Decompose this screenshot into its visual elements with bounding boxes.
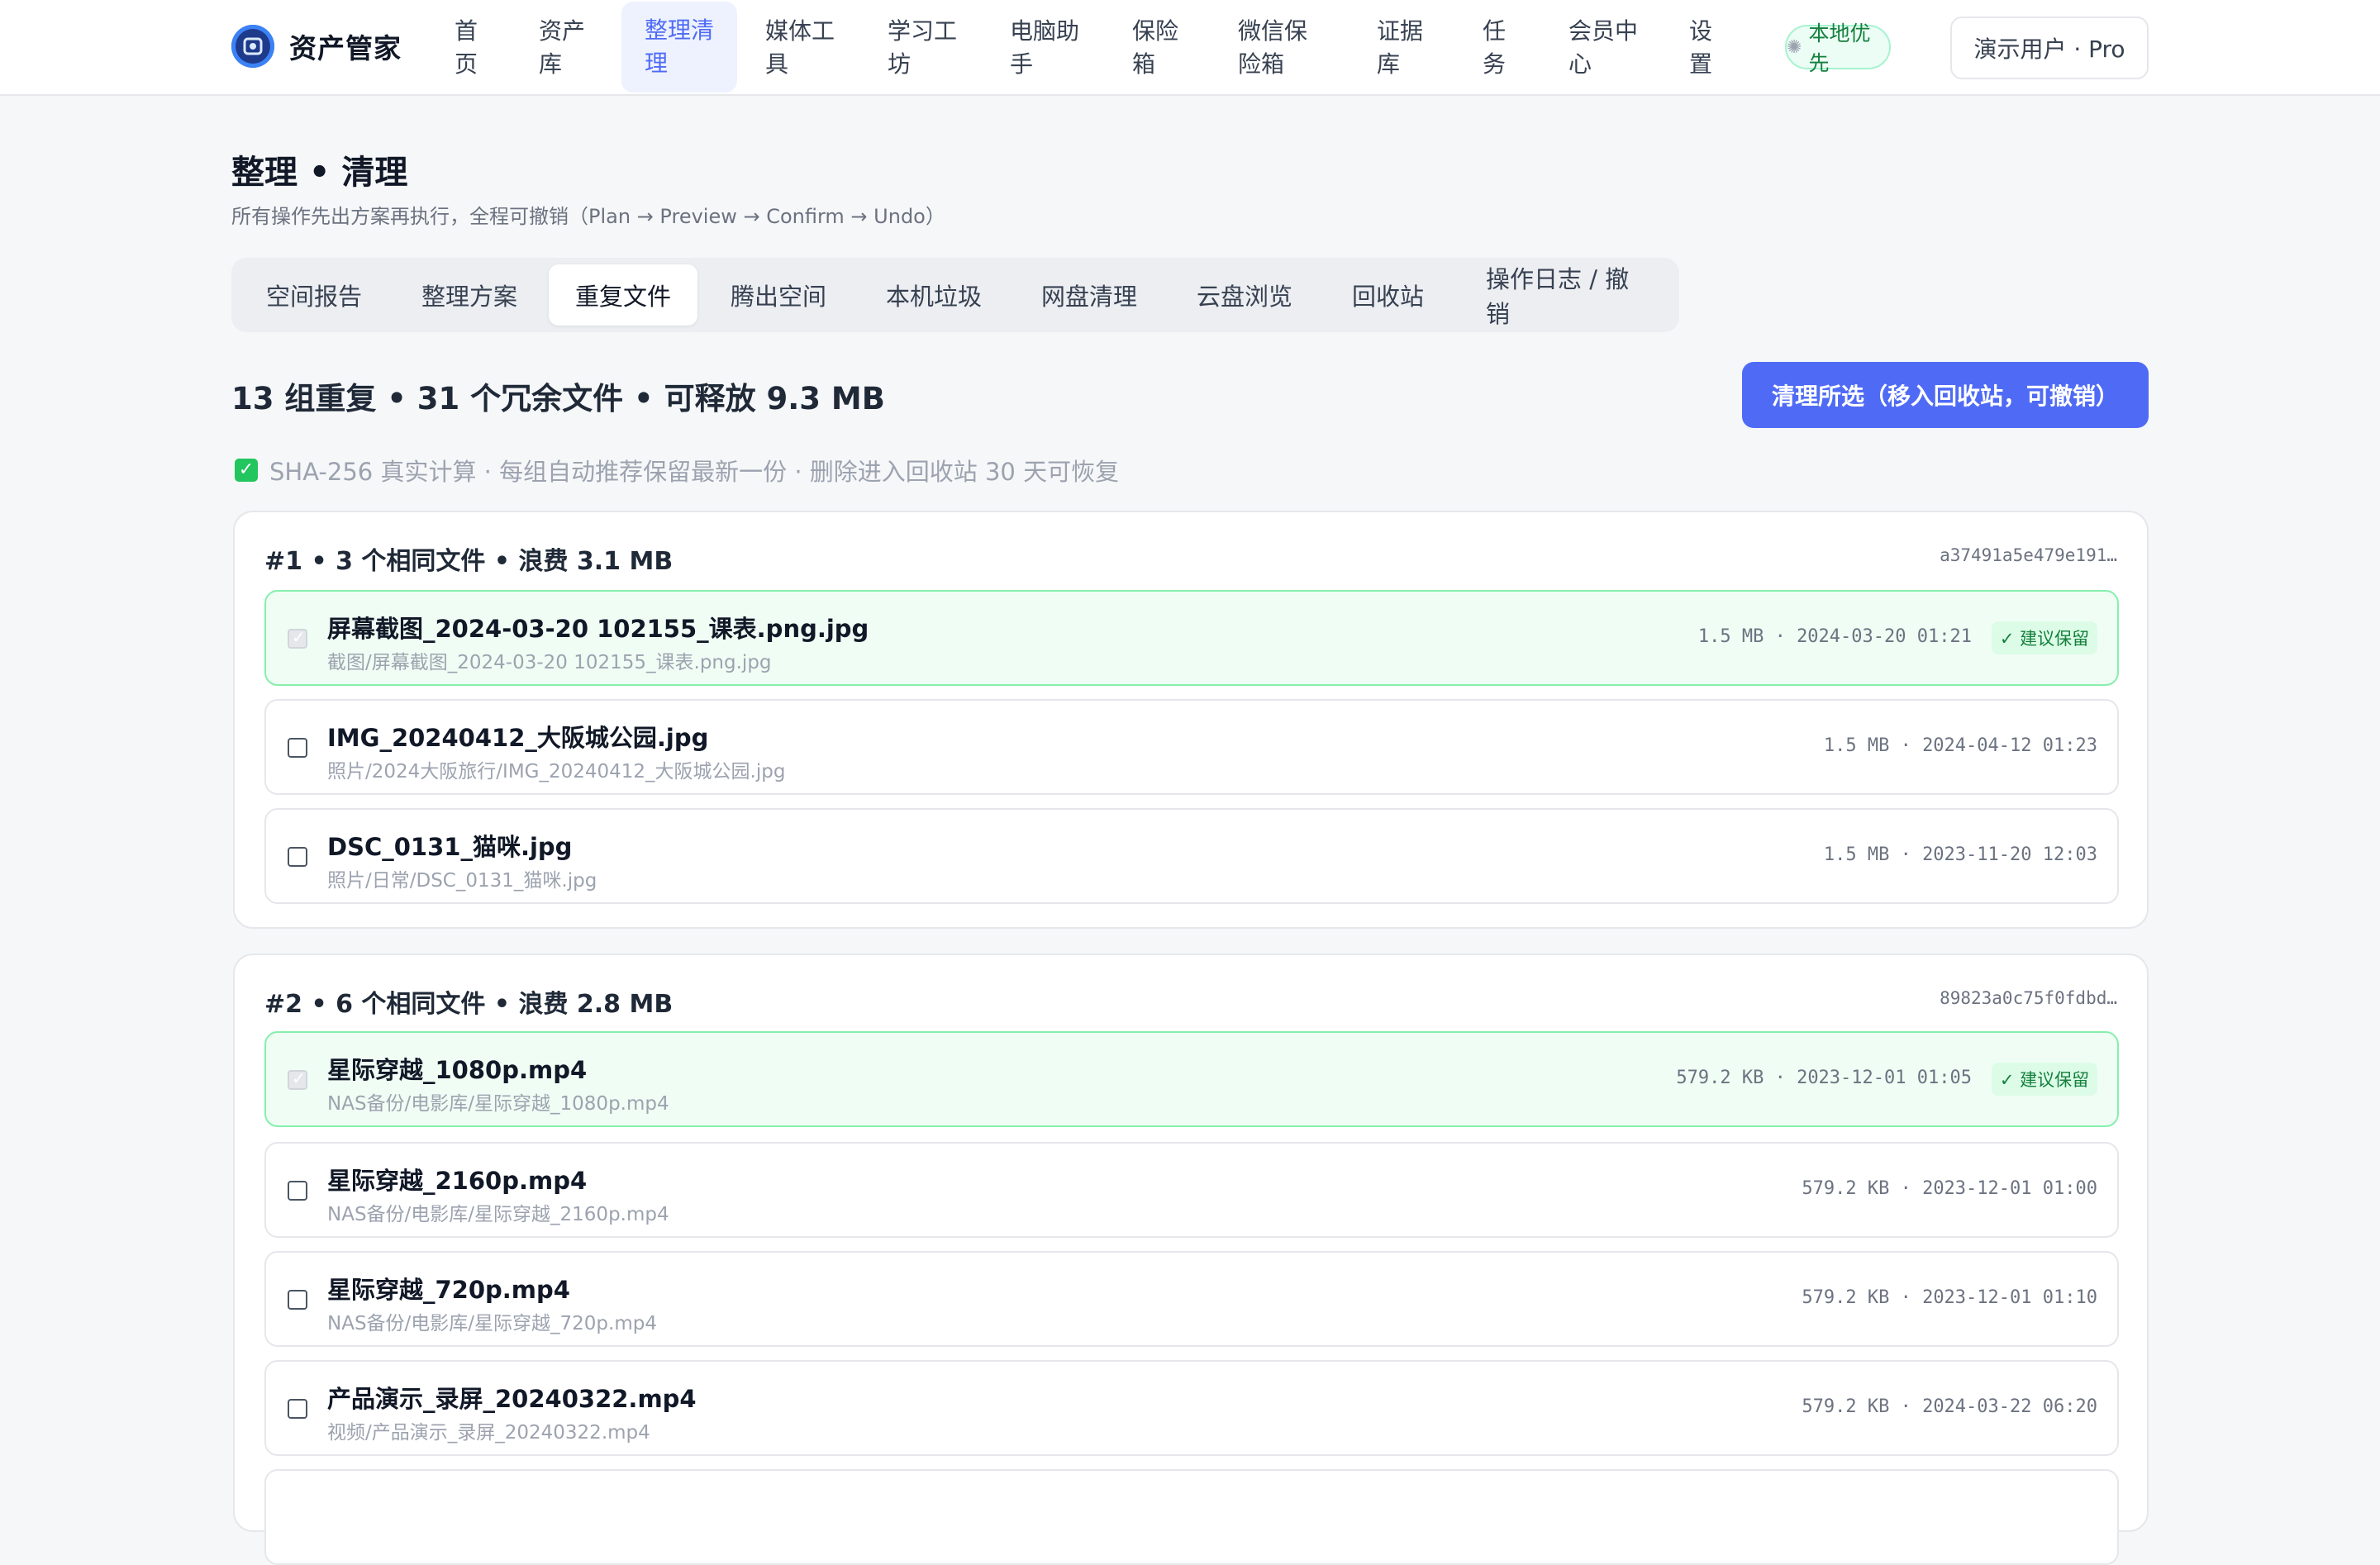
file-path: 照片/日常/DSC_0131_猫咪.jpg bbox=[327, 870, 597, 892]
nav-label: 资产 库 bbox=[539, 17, 586, 78]
file-name: 星际穿越_2160p.mp4 bbox=[327, 1167, 588, 1195]
nav-label: 首 页 bbox=[455, 17, 478, 78]
file-row[interactable] bbox=[264, 1469, 2119, 1565]
file-checkbox[interactable] bbox=[288, 1290, 307, 1310]
tab-organize-plan[interactable]: 整理方案 bbox=[395, 264, 544, 326]
brand[interactable]: 资产管家 bbox=[231, 25, 402, 68]
nav-member-center[interactable]: 会员中 心 bbox=[1545, 0, 1661, 96]
file-path: 视频/产品演示_录屏_20240322.mp4 bbox=[327, 1422, 650, 1444]
nav-evidence-library[interactable]: 证据 库 bbox=[1354, 0, 1446, 96]
nav-label: 证据 库 bbox=[1377, 17, 1424, 78]
clean-selected-button[interactable]: 清理所选（移入回收站，可撤销） bbox=[1742, 362, 2149, 428]
file-path: 照片/2024大阪旅行/IMG_20240412_大阪城公园.jpg bbox=[327, 761, 786, 782]
nav-home[interactable]: 首 页 bbox=[431, 0, 501, 96]
tab-space-report[interactable]: 空间报告 bbox=[240, 264, 388, 326]
nav-learning-workshop[interactable]: 学习工 坊 bbox=[864, 0, 980, 96]
checkbox-checked-icon: ✓ bbox=[235, 459, 258, 482]
file-checkbox[interactable] bbox=[288, 1068, 307, 1090]
file-name: 产品演示_录屏_20240322.mp4 bbox=[327, 1385, 697, 1413]
file-meta: 579.2 KB · 2023-12-01 01:00 bbox=[1802, 1178, 2097, 1199]
local-first-label: 本地优先 bbox=[1808, 21, 1871, 75]
file-name: DSC_0131_猫咪.jpg bbox=[327, 833, 573, 861]
duplicate-group: #2 • 6 个相同文件 • 浪费 2.8 MB 89823a0c75f0fdb… bbox=[233, 954, 2149, 1565]
file-path: NAS备份/电影库/星际穿越_2160p.mp4 bbox=[327, 1204, 669, 1225]
hash-note-text: SHA-256 真实计算 · 每组自动推荐保留最新一份 · 删除进入回收站 30… bbox=[269, 458, 1120, 486]
nav-label: 学习工 坊 bbox=[888, 17, 958, 78]
nav-tasks[interactable]: 任 务 bbox=[1459, 0, 1529, 96]
file-name: 星际穿越_1080p.mp4 bbox=[327, 1056, 588, 1084]
file-path: NAS备份/电影库/星际穿越_1080p.mp4 bbox=[327, 1093, 669, 1115]
nav-organize-clean[interactable]: 整理清 理 bbox=[621, 2, 738, 93]
tab-operation-log-undo[interactable]: 操作日志 / 撤销 bbox=[1459, 264, 1679, 328]
user-menu-button[interactable]: 演示用户 · Pro bbox=[1950, 17, 2149, 79]
tab-netdisk-clean[interactable]: 网盘清理 bbox=[1015, 264, 1164, 326]
file-row[interactable]: 屏幕截图_2024-03-20 102155_课表.png.jpg 截图/屏幕截… bbox=[264, 590, 2119, 686]
file-row[interactable]: DSC_0131_猫咪.jpg 照片/日常/DSC_0131_猫咪.jpg 1.… bbox=[264, 808, 2119, 904]
nav-label: 会员中 心 bbox=[1568, 17, 1639, 78]
keep-badge: ✓ 建议保留 bbox=[1992, 621, 2097, 654]
keep-badge: ✓ 建议保留 bbox=[1992, 1063, 2097, 1096]
nav-asset-library[interactable]: 资产 库 bbox=[516, 0, 608, 96]
nav-label: 设 置 bbox=[1689, 17, 1713, 78]
tab-recycle-bin[interactable]: 回收站 bbox=[1326, 264, 1450, 326]
file-meta: 1.5 MB · 2023-11-20 12:03 bbox=[1823, 844, 2097, 865]
nav-vault[interactable]: 保险 箱 bbox=[1109, 0, 1202, 96]
group-title: #1 • 3 个相同文件 • 浪费 3.1 MB bbox=[264, 547, 674, 576]
file-meta: 579.2 KB · 2024-03-22 06:20 bbox=[1802, 1396, 2097, 1417]
top-navbar: 资产管家 首 页 资产 库 整理清 理 媒体工 具 学习工 坊 电脑助 手 保险… bbox=[0, 0, 2380, 96]
file-row[interactable]: 星际穿越_720p.mp4 NAS备份/电影库/星际穿越_720p.mp4 57… bbox=[264, 1251, 2119, 1347]
file-checkbox[interactable] bbox=[288, 738, 307, 758]
page-title: 整理 • 清理 bbox=[231, 154, 408, 192]
file-name: 星际穿越_720p.mp4 bbox=[327, 1276, 570, 1304]
sub-tabs: 空间报告 整理方案 重复文件 腾出空间 本机垃圾 网盘清理 云盘浏览 回收站 操… bbox=[231, 258, 1679, 332]
nav-wechat-vault[interactable]: 微信保 险箱 bbox=[1215, 0, 1330, 96]
duplicate-summary: 13 组重复 • 31 个冗余文件 • 可释放 9.3 MB bbox=[231, 381, 885, 416]
duplicate-group: #1 • 3 个相同文件 • 浪费 3.1 MB a37491a5e479e19… bbox=[233, 511, 2149, 929]
file-path: NAS备份/电影库/星际穿越_720p.mp4 bbox=[327, 1313, 657, 1334]
brand-name: 资产管家 bbox=[289, 32, 402, 64]
nav-label: 任 务 bbox=[1483, 17, 1507, 78]
tab-free-space[interactable]: 腾出空间 bbox=[704, 264, 853, 326]
file-name: 屏幕截图_2024-03-20 102155_课表.png.jpg bbox=[327, 615, 869, 643]
nav-label: 微信保 险箱 bbox=[1238, 17, 1308, 78]
page-subtitle: 所有操作先出方案再执行，全程可撤销（Plan → Preview → Confi… bbox=[231, 205, 945, 228]
file-path: 截图/屏幕截图_2024-03-20 102155_课表.png.jpg bbox=[327, 652, 772, 673]
file-meta: 1.5 MB · 2024-03-20 01:21 bbox=[1697, 626, 1972, 647]
group-hash: a37491a5e479e191… bbox=[1940, 545, 2117, 565]
nav-media-tools[interactable]: 媒体工 具 bbox=[742, 0, 858, 96]
tab-duplicate-files[interactable]: 重复文件 bbox=[549, 264, 698, 326]
tab-cloud-browse[interactable]: 云盘浏览 bbox=[1170, 264, 1319, 326]
file-checkbox[interactable] bbox=[288, 1399, 307, 1419]
file-row[interactable]: 产品演示_录屏_20240322.mp4 视频/产品演示_录屏_20240322… bbox=[264, 1360, 2119, 1456]
tab-local-junk[interactable]: 本机垃圾 bbox=[859, 264, 1008, 326]
file-meta: 579.2 KB · 2023-12-01 01:10 bbox=[1802, 1287, 2097, 1308]
file-checkbox[interactable] bbox=[288, 627, 307, 649]
brand-logo-icon bbox=[231, 25, 274, 68]
nav-label: 保险 箱 bbox=[1132, 17, 1179, 78]
file-name: IMG_20240412_大阪城公园.jpg bbox=[327, 724, 709, 752]
file-meta: 1.5 MB · 2024-04-12 01:23 bbox=[1823, 735, 2097, 756]
file-row[interactable]: 星际穿越_2160p.mp4 NAS备份/电影库/星际穿越_2160p.mp4 … bbox=[264, 1142, 2119, 1238]
nav-label: 电脑助 手 bbox=[1010, 17, 1080, 78]
nav-label: 媒体工 具 bbox=[765, 17, 835, 78]
file-checkbox[interactable] bbox=[288, 847, 307, 867]
nav-label: 整理清 理 bbox=[645, 17, 715, 77]
file-checkbox[interactable] bbox=[288, 1181, 307, 1201]
file-row[interactable]: IMG_20240412_大阪城公园.jpg 照片/2024大阪旅行/IMG_2… bbox=[264, 699, 2119, 795]
group-hash: 89823a0c75f0fdbd… bbox=[1940, 988, 2117, 1008]
nav-pc-assistant[interactable]: 电脑助 手 bbox=[987, 0, 1102, 96]
local-first-badge: ✺ 本地优先 bbox=[1785, 21, 1891, 75]
hash-note: ✓ SHA-256 真实计算 · 每组自动推荐保留最新一份 · 删除进入回收站 … bbox=[235, 453, 1119, 488]
file-meta: 579.2 KB · 2023-12-01 01:05 bbox=[1676, 1068, 1972, 1088]
group-title: #2 • 6 个相同文件 • 浪费 2.8 MB bbox=[264, 990, 674, 1019]
gear-icon: ✺ bbox=[1787, 36, 1802, 58]
file-row[interactable]: 星际穿越_1080p.mp4 NAS备份/电影库/星际穿越_1080p.mp4 … bbox=[264, 1031, 2119, 1127]
nav-settings[interactable]: 设 置 bbox=[1666, 0, 1735, 96]
